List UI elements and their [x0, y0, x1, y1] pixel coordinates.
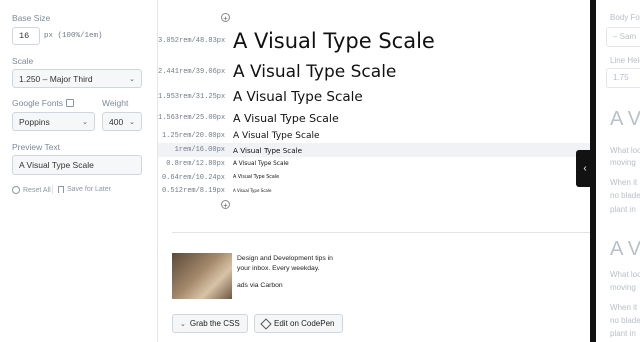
save-for-later-button[interactable]: Save for Later: [58, 186, 111, 193]
section-divider: [172, 232, 590, 233]
reset-all-label: Reset All: [23, 186, 51, 194]
scale-row-sample: A Visual Type Scale: [233, 62, 397, 82]
scale-row-measure: 1.953rem/31.25px: [158, 93, 226, 101]
weight-select-value: 400: [109, 116, 124, 127]
preview-paragraph: When it: [610, 178, 638, 187]
scale-row-measure: 0.512rem/8.19px: [161, 186, 225, 195]
preview-paragraph: no blade: [610, 191, 640, 200]
codepen-icon: [260, 317, 272, 330]
base-size-label: Base Size: [12, 13, 51, 23]
preview-text-input[interactable]: A Visual Type Scale: [12, 155, 142, 175]
grab-css-button[interactable]: ⌄ Grab the CSS: [172, 314, 248, 333]
grab-css-label: Grab the CSS: [189, 319, 240, 328]
settings-sidebar: Base Size 16 px (100%/1em) Scale 1.250 –…: [0, 0, 158, 342]
preview-paragraph: What loo: [610, 146, 640, 155]
scale-row-sample: A Visual Type Scale: [233, 161, 289, 167]
save-for-later-label: Save for Later: [67, 186, 111, 193]
preview-paragraph: no blade: [610, 316, 640, 325]
bookmark-icon: [58, 186, 64, 193]
scale-row-sample: A Visual Type Scale: [233, 145, 303, 155]
chevron-down-icon: ⌄: [82, 118, 88, 126]
scale-row-sample: A Visual Type Scale: [233, 29, 435, 53]
preview-paragraph: moving: [610, 158, 636, 167]
add-size-below-button[interactable]: +: [221, 200, 230, 210]
scale-row-sample: A Visual Type Scale: [233, 111, 339, 125]
scale-label: Scale: [12, 56, 34, 66]
scale-row-measure: 0.8rem/12.80px: [166, 160, 225, 168]
preview-paragraph: When it: [610, 303, 638, 312]
scale-row-sample: A Visual Type Scale: [233, 175, 280, 180]
edit-codepen-label: Edit on CodePen: [274, 319, 335, 328]
ad-via[interactable]: ads via Carbon: [237, 281, 283, 292]
chevron-down-icon: ⌄: [180, 320, 186, 328]
scale-row-measure: 1.25rem/20.00px: [161, 131, 225, 140]
preview-paragraph: plant in: [610, 329, 636, 338]
google-fonts-label: Google Fonts: [12, 98, 64, 108]
scale-row-measure: 2.441rem/39.06px: [158, 68, 226, 76]
line-height-label: Line Heig: [610, 56, 640, 65]
line-height-input[interactable]: 1.75: [606, 68, 640, 88]
preview-text-label: Preview Text: [12, 142, 61, 152]
panel-toggle-button[interactable]: ‹: [576, 150, 594, 187]
preview-paragraph: plant in: [610, 205, 636, 214]
scale-row-measure: 1.563rem/25.00px: [158, 114, 226, 122]
scale-row: 0.8rem/12.80px A Visual Type Scale: [158, 157, 590, 171]
preview-paragraph: What loo: [610, 270, 640, 279]
scale-row: 1.25rem/20.00px A Visual Type Scale: [158, 128, 590, 143]
chevron-left-icon: ‹: [583, 163, 587, 174]
base-size-input[interactable]: 16: [12, 27, 40, 45]
scale-row-sample: A Visual Type Scale: [233, 188, 272, 193]
google-fonts-label-wrap: Google Fonts: [12, 98, 75, 108]
external-link-icon[interactable]: [66, 99, 75, 107]
scale-select-value: 1.250 – Major Third: [19, 73, 93, 84]
body-font-label: Body Fo: [610, 13, 640, 22]
scale-row: 3.052rem/48.83px A Visual Type Scale: [158, 27, 590, 55]
scale-row-measure: 0.64rem/10.24px: [161, 173, 225, 182]
scale-row: 0.512rem/8.19px A Visual Type Scale: [158, 184, 590, 197]
weight-select[interactable]: 400 ⌄: [102, 112, 142, 131]
ad-line-1[interactable]: Design and Development tips in: [237, 254, 333, 265]
weight-label: Weight: [102, 98, 129, 108]
body-font-select[interactable]: – Sam: [606, 27, 640, 47]
ad-line-2[interactable]: your inbox. Every weekday.: [237, 264, 320, 275]
link-divider: [52, 185, 53, 194]
body-preview-panel: Body Fo – Sam Line Heig 1.75 A V What lo…: [596, 0, 640, 342]
preview-paragraph: moving: [610, 283, 636, 292]
chevron-down-icon: ⌄: [129, 118, 135, 126]
ad-image[interactable]: [172, 253, 232, 299]
scale-row-base: 1rem/16.00px A Visual Type Scale: [158, 143, 590, 157]
scale-row-measure: 3.052rem/48.83px: [158, 37, 226, 45]
base-size-unit: px (100%/1em): [44, 32, 103, 40]
reset-all-button[interactable]: Reset All: [12, 186, 51, 194]
scale-row-sample: A Visual Type Scale: [233, 89, 363, 105]
font-select-value: Poppins: [19, 116, 50, 127]
scale-row: 1.953rem/31.25px A Visual Type Scale: [158, 87, 590, 107]
chevron-down-icon: ⌄: [129, 75, 135, 83]
scale-row: 2.441rem/39.06px A Visual Type Scale: [158, 60, 590, 84]
preview-heading-2: A V: [610, 238, 640, 260]
scale-row: 1.563rem/25.00px A Visual Type Scale: [158, 109, 590, 127]
scale-row-sample: A Visual Type Scale: [233, 130, 320, 141]
font-select[interactable]: Poppins ⌄: [12, 112, 95, 131]
scale-row-measure: 1rem/16.00px: [174, 146, 225, 154]
reset-icon: [12, 186, 20, 194]
scale-row: 0.64rem/10.24px A Visual Type Scale: [158, 171, 590, 184]
edit-codepen-button[interactable]: Edit on CodePen: [254, 314, 343, 333]
scale-select[interactable]: 1.250 – Major Third ⌄: [12, 69, 142, 88]
preview-heading-1: A V: [610, 108, 640, 130]
